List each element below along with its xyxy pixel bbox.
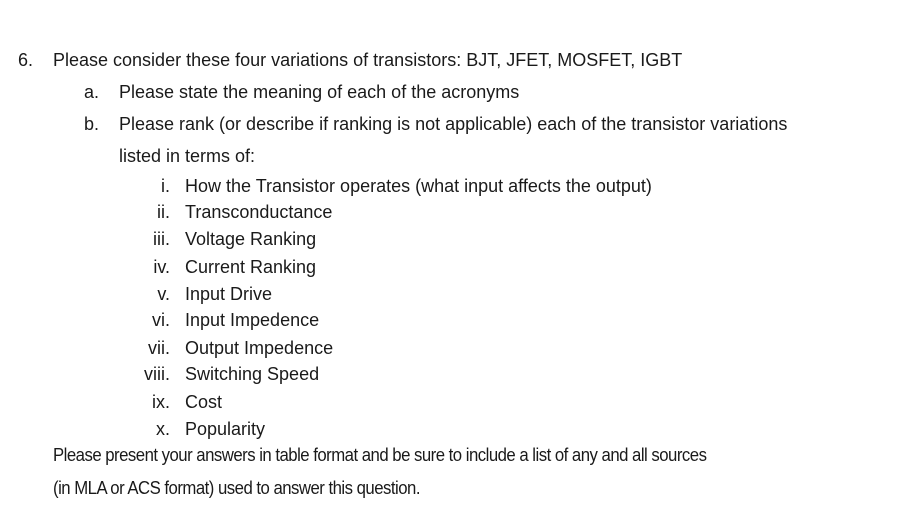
list-item-text: Voltage Ranking [185,229,317,249]
list-item-text: Output Impedence [185,338,334,358]
footer-instruction-line2: (in MLA or ACS format) used to answer th… [53,478,420,498]
list-item-marker: x. [155,419,170,439]
list-item-marker: iii. [153,229,170,249]
list-item-text: Input Drive [185,284,273,304]
list-item-marker: vi. [152,310,170,330]
question-number: 6. [18,50,34,70]
list-item-text: Input Impedence [185,310,320,330]
list-item-marker: ix. [152,392,170,412]
footer-instruction-line1: Please present your answers in table for… [53,445,707,465]
part-b-text-line2: listed in terms of: [119,146,256,166]
part-b-marker: b. [84,114,100,134]
list-item-marker: vii. [148,338,170,358]
part-b-text-line1: Please rank (or describe if ranking is n… [119,114,788,134]
list-item-marker: v. [157,284,170,304]
list-item-text: How the Transistor operates (what input … [185,176,652,196]
list-item-text: Cost [185,392,223,412]
part-a-text: Please state the meaning of each of the … [119,82,520,102]
list-item-marker: viii. [144,364,170,384]
list-item-marker: ii. [157,202,170,222]
part-a-marker: a. [84,82,100,102]
list-item-marker: iv. [153,257,170,277]
list-item-text: Current Ranking [185,257,317,277]
list-item-text: Transconductance [185,202,333,222]
list-item-text: Popularity [185,419,266,439]
list-item-text: Switching Speed [185,364,320,384]
question-text: Please consider these four variations of… [53,50,683,70]
list-item-marker: i. [161,176,170,196]
